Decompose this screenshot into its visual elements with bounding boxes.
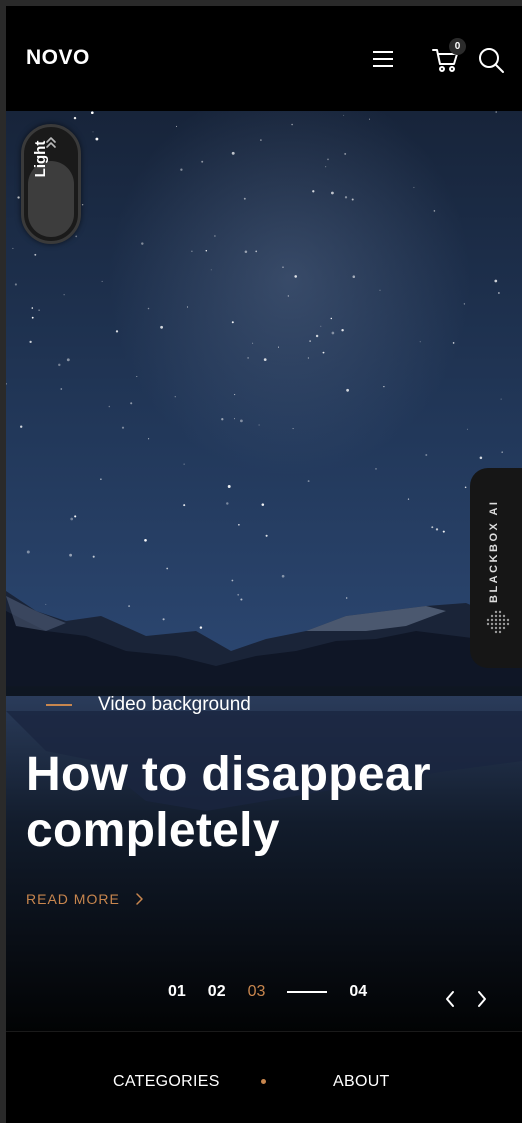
blackbox-ai-label: BLACKBOX AI (488, 499, 500, 603)
theme-toggle-label: Light (32, 140, 49, 178)
cart-count-badge: 0 (449, 38, 466, 55)
pager-item-02[interactable]: 02 (208, 983, 226, 1001)
chevron-left-icon[interactable] (438, 987, 462, 1011)
slider-nav (438, 987, 502, 1011)
search-icon (479, 48, 504, 73)
blackbox-logo-icon (486, 610, 510, 634)
pager-item-04[interactable]: 04 (349, 983, 367, 1001)
read-more-label: READ MORE (26, 891, 120, 907)
nav-about[interactable]: ABOUT (333, 1073, 390, 1091)
hamburger-line (373, 51, 393, 53)
chevron-right-icon[interactable] (470, 987, 494, 1011)
header: NOVO 0 (6, 6, 522, 111)
slide-eyebrow: Video background (46, 694, 251, 716)
nav-categories[interactable]: CATEGORIES (113, 1073, 220, 1091)
cart-button[interactable]: 0 (431, 38, 466, 74)
logo[interactable]: NOVO (26, 46, 90, 70)
nav-separator-dot (261, 1079, 266, 1084)
menu-button[interactable] (371, 50, 395, 68)
slide-category: Video background (98, 694, 251, 715)
bottom-nav: CATEGORIES ABOUT (6, 1031, 522, 1123)
read-more-link[interactable]: READ MORE (26, 891, 146, 907)
pager-item-03[interactable]: 03 (248, 983, 266, 1001)
search-button[interactable] (477, 46, 505, 74)
pager-item-01[interactable]: 01 (168, 983, 186, 1001)
hero-slider: Light BLACKBOX AI Video background How t… (6, 111, 522, 1031)
slide-pager: 01 02 03 04 (168, 983, 367, 1001)
slide-title: How to disappear completely (26, 748, 431, 857)
pager-progress-bar (287, 991, 328, 993)
blackbox-ai-widget[interactable]: BLACKBOX AI (470, 468, 522, 668)
theme-toggle[interactable]: Light (21, 124, 81, 244)
hamburger-line (373, 58, 393, 60)
page: NOVO 0 Light BLACKBOX AI Video backgroun… (6, 6, 522, 1123)
chevron-right-icon (136, 893, 143, 905)
eyebrow-divider (46, 704, 72, 706)
hamburger-line (373, 65, 393, 67)
